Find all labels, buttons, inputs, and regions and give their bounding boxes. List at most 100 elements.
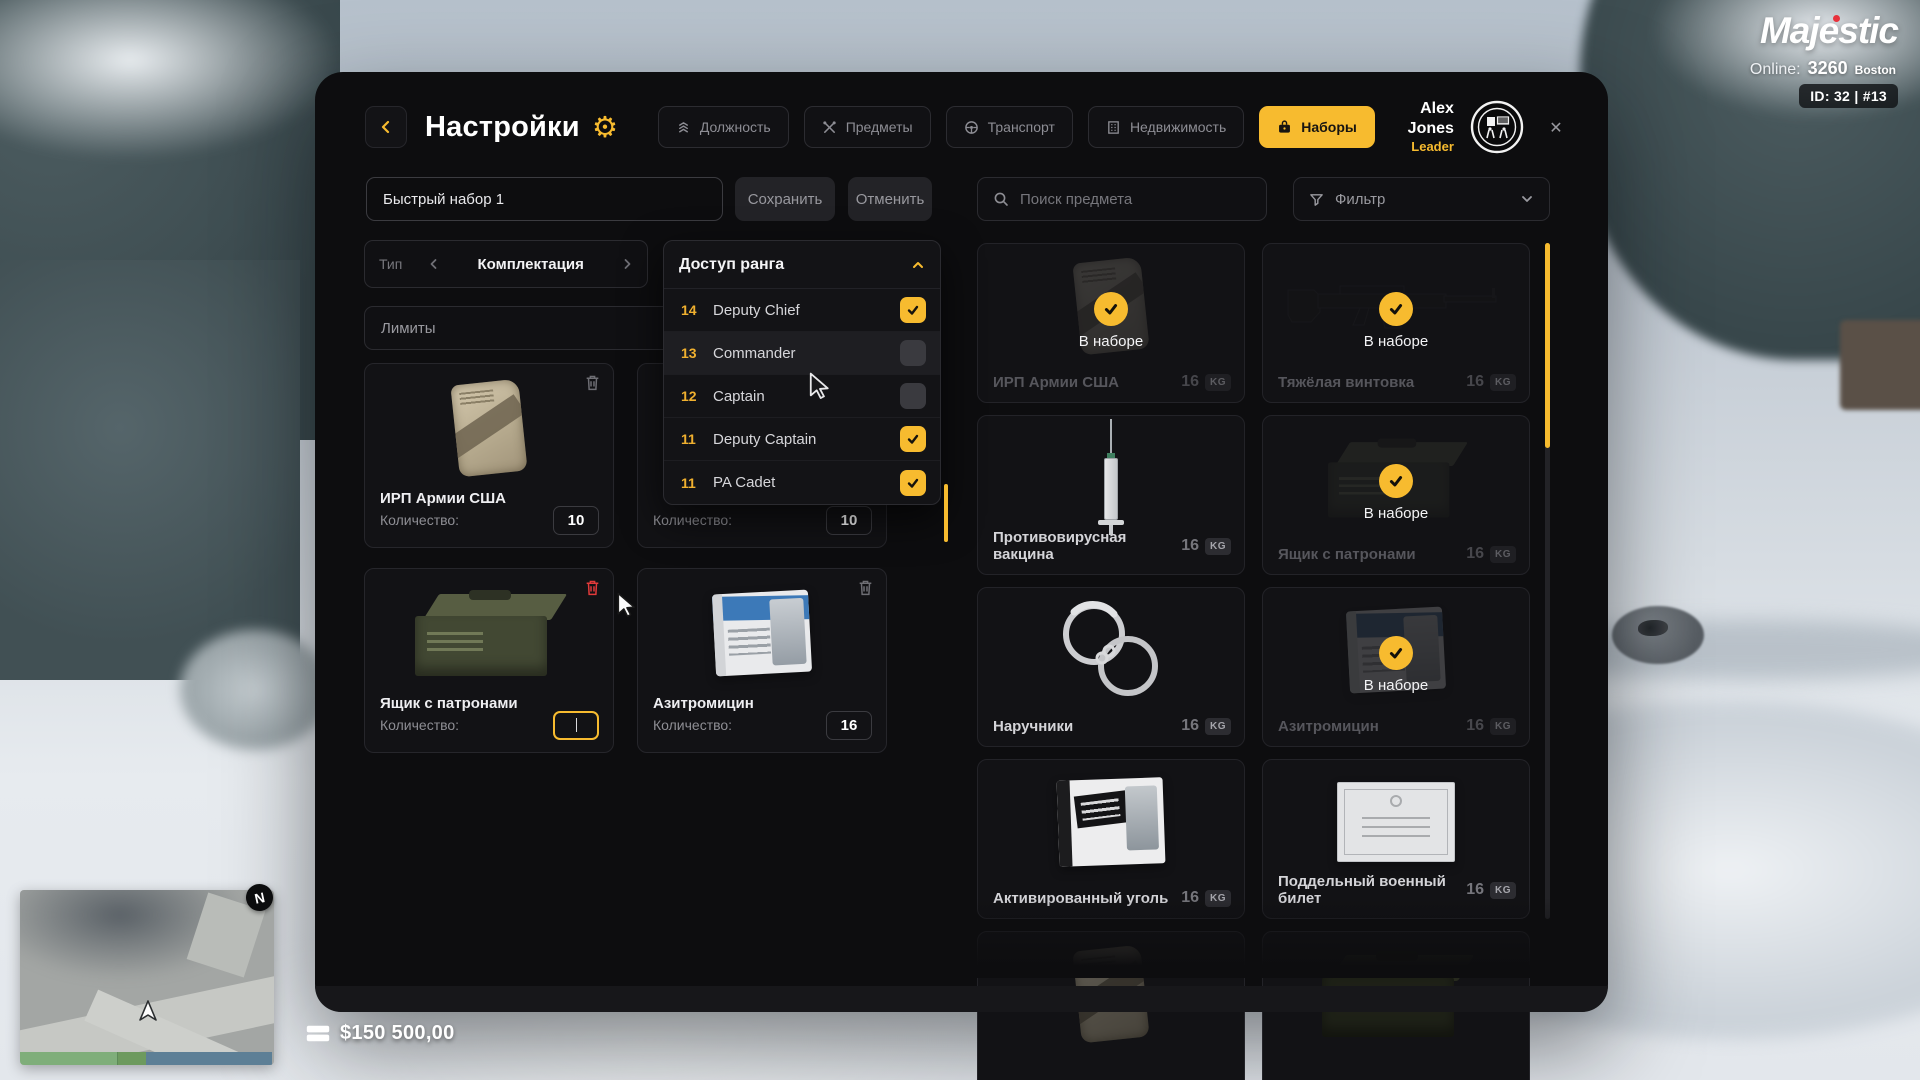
page-title: Настройки	[425, 111, 580, 144]
checkbox-checked[interactable]	[900, 426, 926, 452]
catalog-item-card[interactable]: Поддельный военный билет 16KG	[1262, 759, 1530, 919]
ammo-box-graphic	[415, 590, 563, 676]
type-next-button[interactable]	[621, 258, 633, 270]
close-button[interactable]: ✕	[1542, 112, 1570, 142]
in-set-badge: В наборе	[1263, 464, 1529, 522]
catalog-item-card[interactable]: В наборе ИРП Армии США 16KG	[977, 243, 1245, 403]
faction-seal-icon	[1470, 100, 1524, 154]
quantity-input[interactable]: 16	[826, 711, 872, 740]
quantity-input[interactable]: 10	[553, 506, 599, 535]
item-weight: 16KG	[1181, 889, 1231, 907]
cancel-button[interactable]: Отменить	[848, 177, 932, 221]
gear-icon: ⚙	[592, 113, 618, 142]
text-caret	[576, 718, 577, 732]
chevron-left-icon	[428, 258, 440, 270]
tab-rank[interactable]: Должность	[658, 106, 789, 148]
checkbox-checked[interactable]	[900, 297, 926, 323]
tab-items[interactable]: Предметы	[804, 106, 931, 148]
catalog-item-card[interactable]: Активированный уголь 16KG	[977, 759, 1245, 919]
user-role: Leader	[1375, 139, 1454, 155]
item-image	[365, 579, 613, 687]
rank-option[interactable]: 14 Deputy Chief	[664, 289, 940, 332]
quantity-input[interactable]: 10	[826, 506, 872, 535]
search-input[interactable]	[1020, 191, 1251, 208]
catalog-item-card[interactable]: В наборе Азитромицин 16KG	[1262, 587, 1530, 747]
kit-name-input[interactable]	[366, 177, 723, 221]
player-id-badge: ID: 32 | #13	[1799, 84, 1898, 108]
game-screen: Majestic Online:3260Boston ID: 32 | #13 …	[0, 0, 1920, 1080]
certificate-graphic	[1337, 782, 1455, 862]
rank-access-dropdown: Доступ ранга 14 Deputy Chief 13 Commande…	[663, 240, 941, 505]
item-weight: 16KG	[1466, 881, 1516, 899]
type-value: Комплектация	[440, 256, 621, 273]
checkbox-unchecked[interactable]	[900, 340, 926, 366]
rank-option[interactable]: 12 Captain	[664, 375, 940, 418]
left-scrollbar-thumb[interactable]	[944, 484, 948, 542]
item-image	[978, 422, 1244, 534]
syringe-graphic	[1096, 419, 1126, 537]
in-set-badge: В наборе	[1263, 636, 1529, 694]
rank-option[interactable]: 11 PA Cadet	[664, 461, 940, 504]
item-image	[365, 374, 613, 482]
user-name: Alex Jones	[1375, 99, 1454, 139]
type-prev-button[interactable]	[428, 258, 440, 270]
kit-item-card: Азитромицин Количество: 16	[637, 568, 887, 753]
player-arrow-icon	[135, 998, 161, 1024]
item-weight: 16KG	[1466, 545, 1516, 563]
item-search	[977, 177, 1267, 221]
catalog-item-card[interactable]: Противовирусная вакцина 16KG	[977, 415, 1245, 575]
rank-dropdown-header[interactable]: Доступ ранга	[664, 241, 940, 289]
in-set-badge: В наборе	[1263, 292, 1529, 350]
item-weight: 16KG	[1181, 373, 1231, 391]
stamina-bar	[118, 1052, 146, 1065]
check-circle-icon	[1379, 464, 1413, 498]
tab-estate[interactable]: Недвижимость	[1088, 106, 1244, 148]
item-image	[638, 579, 886, 687]
building-icon	[1106, 120, 1121, 135]
funnel-icon	[1309, 192, 1324, 207]
health-bar	[20, 1052, 118, 1065]
status-bars	[20, 1052, 272, 1065]
chevron-right-icon	[621, 258, 633, 270]
kit-name-field-wrap	[366, 177, 723, 221]
chevron-left-icon	[379, 120, 393, 134]
type-label: Тип	[379, 256, 402, 272]
rank-option[interactable]: 11 Deputy Captain	[664, 418, 940, 461]
in-set-badge: В наборе	[978, 292, 1244, 350]
avatar	[1470, 100, 1524, 154]
kit-item-card: Ящик с патронами Количество:	[364, 568, 614, 753]
catalog-item-card[interactable]: В наборе Ящик с патронами 16KG	[1262, 415, 1530, 575]
briefcase-lock-icon	[1277, 120, 1292, 135]
panel-header: Настройки ⚙ Должность Предметы Транспорт	[365, 105, 1570, 149]
rank-option[interactable]: 13 Commander	[664, 332, 940, 375]
filter-dropdown[interactable]: Фильтр	[1293, 177, 1550, 221]
item-weight: 16KG	[1181, 717, 1231, 735]
mouse-cursor-outline	[806, 372, 832, 400]
medicine-box-graphic	[712, 590, 812, 677]
checkbox-unchecked[interactable]	[900, 383, 926, 409]
catalog-item-card[interactable]: В наборе Тяжёлая винтовка 16KG	[1262, 243, 1530, 403]
minimap	[20, 890, 274, 1065]
mouse-cursor	[614, 592, 638, 618]
armor-bar	[146, 1052, 272, 1065]
steering-wheel-icon	[964, 120, 979, 135]
check-circle-icon	[1379, 636, 1413, 670]
checkbox-checked[interactable]	[900, 470, 926, 496]
quantity-input-focused[interactable]	[553, 711, 599, 740]
tab-transport[interactable]: Транспорт	[946, 106, 1073, 148]
back-button[interactable]	[365, 106, 407, 148]
majestic-logo: Majestic	[1760, 10, 1898, 52]
tab-kits[interactable]: Наборы	[1259, 106, 1375, 148]
save-button[interactable]: Сохранить	[735, 177, 835, 221]
user-info: Alex Jones Leader	[1375, 99, 1454, 155]
cash-icon	[306, 1025, 330, 1042]
item-weight: 16KG	[1466, 373, 1516, 391]
check-circle-icon	[1094, 292, 1128, 326]
search-icon	[993, 191, 1009, 207]
catalog-item-card[interactable]: Наручники 16KG	[977, 587, 1245, 747]
kit-item-card: ИРП Армии США Количество: 10	[364, 363, 614, 548]
catalog-scrollbar-thumb[interactable]	[1545, 243, 1550, 448]
charcoal-box-graphic	[1057, 777, 1166, 867]
item-image	[1263, 766, 1529, 878]
logo-red-dot	[1833, 15, 1840, 22]
